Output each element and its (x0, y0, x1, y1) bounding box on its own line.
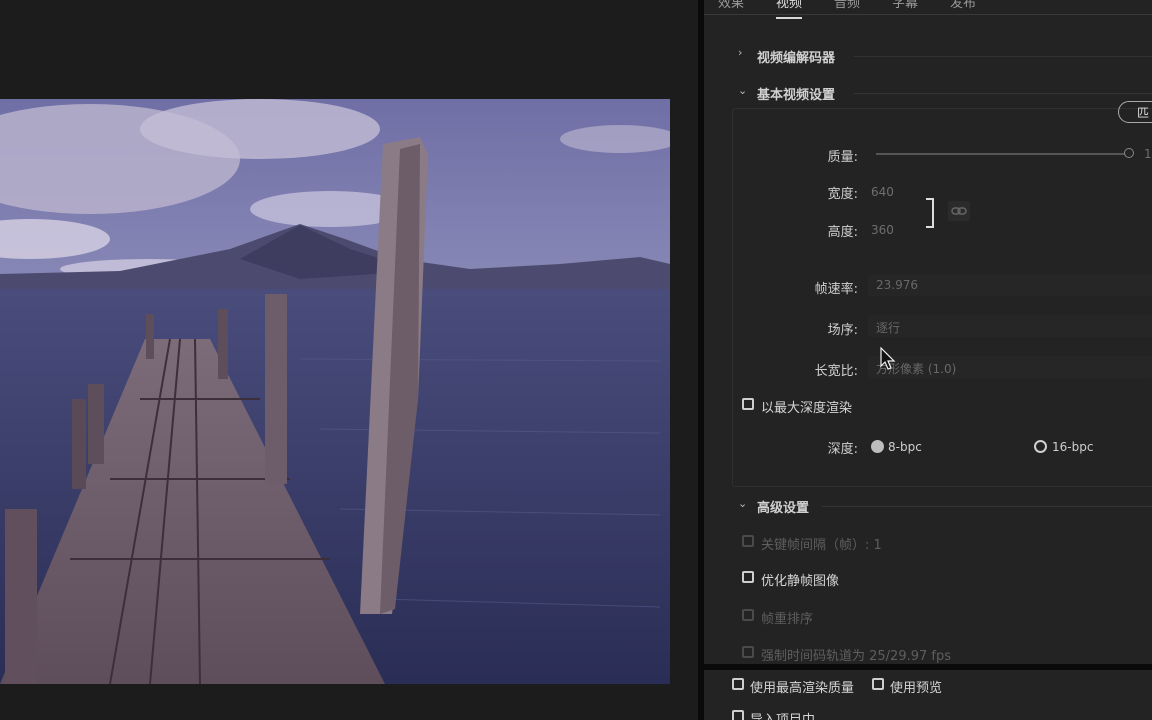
aspect-field[interactable]: 方形像素 (1.0) (868, 356, 1152, 378)
max-render-quality-checkbox[interactable] (732, 678, 744, 690)
height-label: 高度: (827, 225, 858, 240)
framerate-field[interactable]: 23.976 (868, 274, 1152, 296)
chevron-right-icon[interactable]: › (738, 46, 742, 59)
tab-effects[interactable]: 效果 (718, 0, 744, 11)
frame-reorder-label: 帧重排序 (761, 612, 814, 627)
video-preview-frame (0, 99, 670, 684)
match-source-label: 匹 (1137, 106, 1150, 120)
use-preview-label: 使用预览 (890, 681, 943, 696)
section-divider (854, 93, 1152, 94)
lake-dock-image (0, 99, 670, 684)
optimize-stills-checkbox[interactable] (742, 571, 754, 583)
framerate-value: 23.976 (876, 278, 918, 292)
tab-captions[interactable]: 字幕 (892, 0, 918, 11)
depth-label: 深度: (827, 442, 858, 457)
keyframe-checkbox[interactable] (742, 535, 754, 547)
field-order-field[interactable]: 逐行 (868, 315, 1152, 337)
program-monitor (0, 0, 700, 720)
section-basic-video[interactable]: 基本视频设置 (757, 84, 835, 103)
keyframe-label: 关键帧间隔（帧）: 1 (761, 538, 882, 553)
depth-8bpc-radio[interactable] (871, 440, 884, 453)
force-timecode-checkbox[interactable] (742, 646, 754, 658)
framerate-label: 帧速率: (814, 282, 858, 297)
width-value[interactable]: 640 (871, 185, 894, 199)
height-value[interactable]: 360 (871, 223, 894, 237)
use-preview-checkbox[interactable] (872, 678, 884, 690)
section-divider (854, 56, 1152, 57)
max-depth-checkbox[interactable] (742, 398, 754, 410)
tab-video[interactable]: 视频 (776, 0, 803, 19)
aspect-label: 长宽比: (814, 364, 858, 379)
quality-slider-handle[interactable] (1124, 148, 1134, 158)
match-source-button[interactable]: 匹 (1118, 101, 1152, 123)
section-divider (822, 506, 1152, 507)
link-dimensions-button[interactable] (948, 201, 970, 221)
tab-publish[interactable]: 发布 (950, 0, 976, 11)
field-order-value: 逐行 (876, 321, 901, 335)
chevron-down-icon[interactable]: ⌄ (738, 497, 747, 510)
section-advanced[interactable]: 高级设置 (757, 497, 809, 516)
depth-8bpc-label: 8-bpc (888, 440, 922, 454)
tab-audio[interactable]: 音频 (834, 0, 860, 11)
depth-16bpc-label: 16-bpc (1052, 440, 1094, 454)
max-render-quality-label: 使用最高渲染质量 (750, 681, 855, 696)
mouse-pointer-icon (880, 347, 896, 370)
field-order-label: 场序: (827, 323, 858, 338)
export-settings-panel: 效果 视频 音频 字幕 发布 › 视频编解码器 ⌄ 基本视频设置 匹 质量: 1… (704, 0, 1152, 664)
width-label: 宽度: (827, 187, 858, 202)
section-video-codec[interactable]: 视频编解码器 (757, 47, 835, 66)
chain-link-icon (951, 207, 967, 215)
import-project-label: 导入项目中 (750, 709, 815, 720)
frame-reorder-checkbox[interactable] (742, 609, 754, 621)
quality-label: 质量: (827, 150, 858, 165)
chevron-down-icon[interactable]: ⌄ (738, 84, 747, 97)
depth-16bpc-radio[interactable] (1034, 440, 1047, 453)
quality-slider-track[interactable] (876, 153, 1126, 155)
max-depth-label: 以最大深度渲染 (761, 401, 853, 416)
aspect-link-bracket (926, 198, 934, 228)
force-timecode-label: 强制时间码轨道为 25/29.97 fps (761, 649, 952, 664)
optimize-stills-label: 优化静帧图像 (761, 574, 840, 589)
quality-value: 10 (1144, 147, 1152, 161)
render-options-bar: 使用最高渲染质量 使用预览 导入项目中 (704, 670, 1152, 720)
import-project-checkbox[interactable] (732, 710, 744, 720)
settings-tabs: 效果 视频 音频 字幕 发布 (704, 0, 1152, 19)
